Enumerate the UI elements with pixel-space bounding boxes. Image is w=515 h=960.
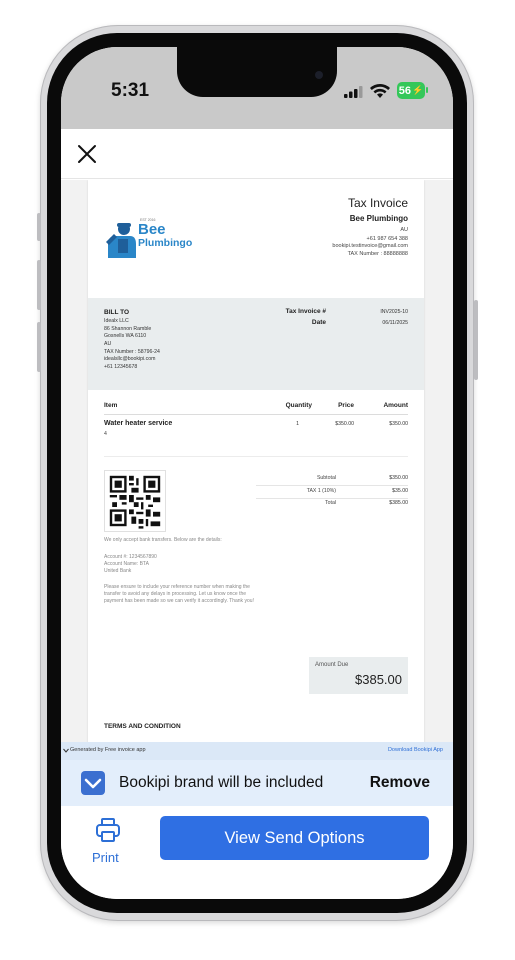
company-logo: EST 2016 Bee Plumbingo — [104, 218, 214, 260]
subtotal-value: $350.00 — [389, 475, 408, 481]
invoice-number-label: Tax Invoice # — [285, 308, 326, 315]
invoice-date-label: Date — [311, 319, 326, 326]
payment-note: Please ensure to include your reference … — [104, 584, 254, 604]
sheet-header — [61, 129, 453, 179]
power-button — [474, 300, 478, 380]
payment-intro: We only accept bank transfers. Below are… — [104, 537, 222, 543]
bottom-actions: Print View Send Options — [61, 806, 453, 899]
mute-switch — [37, 213, 41, 241]
signal-icon — [344, 86, 363, 98]
status-bar: 5:31 56 ⚡ — [61, 47, 453, 131]
bill-to-line: Gosnells WA 6110 — [104, 333, 147, 339]
status-time: 5:31 — [111, 80, 150, 101]
logo-text-line2: Plumbingo — [138, 237, 193, 249]
battery-indicator: 56 ⚡ — [397, 82, 425, 99]
company-tax-number: TAX Number : 88888888 — [347, 251, 408, 257]
company-country: AU — [400, 227, 408, 233]
amount-due-label: Amount Due — [315, 662, 349, 668]
invoice-page: Tax Invoice Bee Plumbingo AU +61 987 654… — [88, 180, 424, 742]
company-name: Bee Plumbingo — [349, 214, 408, 223]
column-header-item: Item — [104, 402, 118, 409]
amount-due-box: Amount Due $385.00 — [309, 657, 408, 694]
total-value: $385.00 — [389, 500, 408, 506]
screen: 5:31 56 ⚡ Tax Invoice Bee Plumbingo AU +… — [61, 47, 453, 899]
company-email: bookipi.testinvoice@gmail.com — [332, 243, 408, 249]
line-item-price: $350.00 — [335, 421, 354, 427]
tax-value: $35.00 — [392, 488, 408, 494]
bill-to-label: BILL TO — [104, 309, 130, 316]
bill-to-line: +61 12345678 — [104, 364, 138, 370]
tax-label: TAX 1 (10%) — [306, 488, 336, 494]
volume-down-button — [37, 322, 41, 372]
bill-to-section: BILL TO Idealx LLC 86 Shannon Ramble Gos… — [88, 298, 424, 390]
brand-checkbox[interactable] — [81, 771, 105, 795]
summary-divider — [256, 498, 408, 499]
bill-to-line: AU — [104, 341, 112, 347]
print-label: Print — [92, 850, 119, 865]
generated-by-bar: Generated by Free invoice app Download B… — [61, 742, 453, 760]
chevron-down-icon[interactable] — [63, 748, 69, 753]
volume-up-button — [37, 260, 41, 310]
battery-level: 56 — [398, 84, 412, 97]
line-item-amount: $350.00 — [389, 421, 408, 427]
dynamic-island — [177, 47, 337, 97]
table-header-divider — [104, 414, 408, 415]
payment-bank: United Bank — [104, 568, 132, 574]
download-app-link[interactable]: Download Bookipi App — [388, 747, 443, 753]
qr-code — [104, 470, 166, 532]
column-header-amount: Amount — [383, 402, 408, 409]
checkmark-icon — [84, 778, 102, 789]
subtotal-label: Subtotal — [316, 475, 336, 481]
amount-due-value: $385.00 — [355, 672, 402, 687]
column-header-quantity: Quantity — [285, 402, 312, 409]
generated-by-text: Generated by Free invoice app — [70, 747, 146, 753]
invoice-date: 06/11/2025 — [382, 320, 408, 326]
invoice-preview[interactable]: Tax Invoice Bee Plumbingo AU +61 987 654… — [61, 180, 453, 742]
payment-account-number: Account #: 1234567890 — [104, 554, 157, 560]
bill-to-line: idealsllc@bookipi.com — [104, 356, 156, 362]
payment-account-name: Account Name: BTA — [104, 561, 149, 567]
bill-to-line: Idealx LLC — [104, 318, 129, 324]
plumber-icon — [106, 223, 136, 258]
line-item-name: Water heater service — [104, 420, 173, 427]
front-camera — [315, 71, 323, 79]
terms-heading: TERMS AND CONDITION — [104, 723, 181, 730]
summary-divider — [256, 485, 408, 486]
close-icon[interactable] — [76, 143, 98, 165]
total-label: Total — [325, 500, 336, 506]
invoice-number: INV2025-10 — [380, 309, 408, 315]
bill-to-line: 86 Shannon Ramble — [104, 326, 152, 332]
company-phone: +61 987 654 388 — [366, 236, 408, 242]
battery-nub — [426, 87, 428, 93]
charging-bolt-icon: ⚡ — [412, 85, 424, 95]
bill-to-line: TAX Number : 58796-24 — [104, 349, 160, 355]
brand-bar: Bookipi brand will be included Remove — [61, 760, 453, 806]
column-header-price: Price — [338, 402, 354, 409]
brand-notice: Bookipi brand will be included — [119, 774, 324, 791]
invoice-title: Tax Invoice — [347, 196, 408, 210]
print-button[interactable]: Print — [87, 814, 127, 866]
wifi-icon — [370, 84, 390, 98]
view-send-options-button[interactable]: View Send Options — [160, 816, 429, 860]
print-icon — [96, 818, 120, 842]
line-item-description: 4 — [104, 431, 107, 437]
logo-text-line1: Bee — [138, 221, 166, 238]
remove-brand-button[interactable]: Remove — [370, 774, 430, 792]
line-item-quantity: 1 — [296, 421, 299, 427]
table-row-divider — [104, 456, 408, 457]
